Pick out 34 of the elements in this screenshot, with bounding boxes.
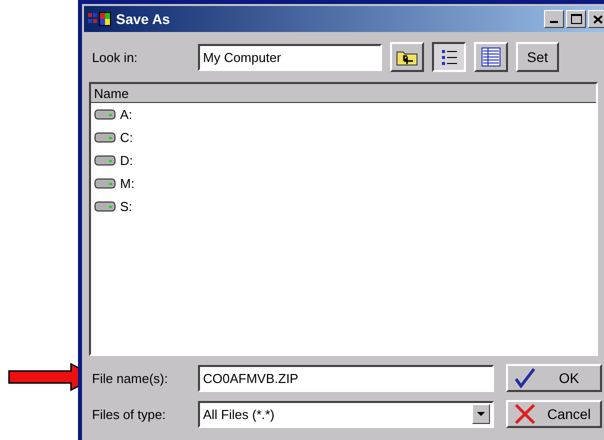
- drive-item[interactable]: A:: [120, 107, 132, 122]
- checkmark-icon: [514, 368, 536, 388]
- list-view-icon: [440, 48, 458, 66]
- window-title: Save As: [116, 11, 170, 27]
- drive-item[interactable]: S:: [120, 199, 132, 214]
- up-button[interactable]: [390, 42, 424, 72]
- app-icon: [88, 11, 112, 27]
- ok-button[interactable]: OK: [506, 364, 602, 392]
- maximize-icon: [570, 14, 582, 24]
- maximize-button[interactable]: [566, 10, 586, 28]
- drive-item[interactable]: M:: [120, 176, 134, 191]
- drive-item[interactable]: D:: [120, 153, 133, 168]
- drive-icon: [94, 132, 116, 143]
- drive-item[interactable]: C:: [120, 130, 133, 145]
- close-icon: [593, 14, 603, 24]
- look-in-field[interactable]: My Computer: [198, 44, 382, 70]
- drive-icon: [94, 155, 116, 166]
- close-button[interactable]: [588, 10, 604, 28]
- file-type-dropdown[interactable]: All Files (*.*): [198, 400, 494, 428]
- details-view-icon: [481, 47, 501, 67]
- set-button[interactable]: Set: [516, 42, 560, 72]
- minimize-button[interactable]: [544, 10, 564, 28]
- name-column-header[interactable]: Name: [91, 84, 596, 103]
- file-name-label: File name(s):: [92, 370, 169, 386]
- drive-icon: [94, 109, 116, 120]
- list-button[interactable]: [432, 42, 466, 72]
- file-type-label: Files of type:: [92, 406, 167, 422]
- drive-icon: [94, 201, 116, 212]
- look-in-label: Look in:: [92, 50, 139, 64]
- file-name-field[interactable]: CO0AFMVB.ZIP: [198, 364, 494, 392]
- drive-icon: [94, 178, 116, 189]
- details-button[interactable]: [474, 42, 508, 72]
- cancel-icon: [514, 403, 536, 425]
- cancel-button[interactable]: Cancel: [506, 400, 602, 428]
